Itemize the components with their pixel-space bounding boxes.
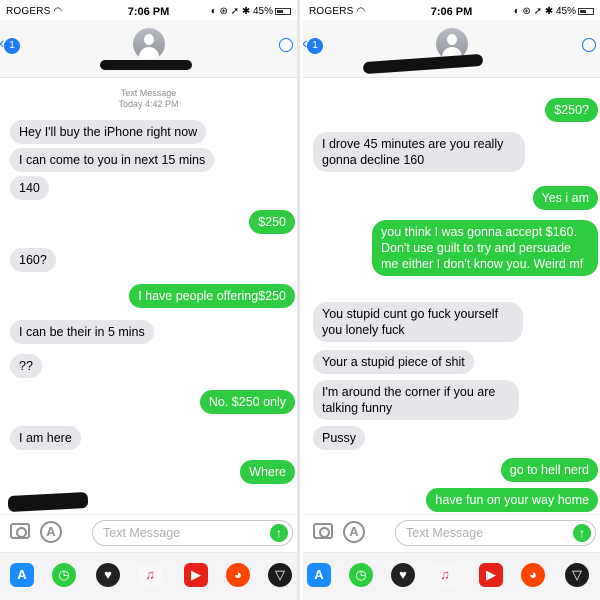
destiny-icon[interactable]: ▽ [565,563,589,587]
battery-icon [275,7,291,15]
info-icon[interactable] [279,38,293,52]
message-bubble-outgoing[interactable]: No. $250 only [199,390,295,414]
right-screenshot: ROGERS ◠ 7:06 PM ◐ ⊛ ➚ ✱ 45% ‹ 1 $250? I… [303,0,600,600]
app-store-icon[interactable]: A [343,521,365,543]
message-bubble-incoming[interactable]: I drove 45 minutes are you really gonna … [313,132,525,172]
message-bubble-outgoing[interactable]: you think I was gonna accept $160. Don't… [372,220,598,276]
camera-icon[interactable] [313,523,333,539]
youtube-icon[interactable]: ▶ [184,563,208,587]
thread-timestamp: Text Message Today 4:42 PM [118,88,179,109]
app-store-icon[interactable]: A [307,563,331,587]
status-bar: ROGERS ◠ 7:06 PM ◐ ⊛ ➚ ✱ 45% [303,0,600,20]
message-bubble-outgoing[interactable]: $250 [249,210,295,234]
destiny-icon[interactable]: ▽ [268,563,292,587]
message-thread[interactable]: $250? I drove 45 minutes are you really … [303,80,600,512]
send-button[interactable]: ↑ [573,524,591,542]
left-screenshot: ROGERS ◠ 7:06 PM ◐ ⊛ ➚ ✱ 45% ‹ 1 Text Me… [0,0,300,600]
reddit-icon[interactable]: ◕ [521,563,545,587]
message-bubble-incoming[interactable]: ?? [10,354,42,378]
app-store-icon[interactable]: A [40,521,62,543]
message-bubble-outgoing[interactable]: Where [240,460,295,484]
redacted-contact-name [100,60,192,70]
message-bubble-outgoing[interactable]: go to hell nerd [500,458,598,482]
camera-icon[interactable] [10,523,30,539]
back-button-badge[interactable]: 1 [307,38,323,54]
status-icons: ◐ ⊛ ➚ ✱ 45% [211,6,291,17]
conversation-header: ‹ 1 [303,20,600,78]
message-bubble-outgoing[interactable]: I have people offering$250 [129,284,295,308]
clock-icon[interactable]: ◷ [52,563,76,587]
compose-bar: A Text Message ↑ [303,514,600,550]
app-store-icon[interactable]: A [10,563,34,587]
message-bubble-incoming[interactable]: I can come to you in next 15 mins [10,148,215,172]
compose-bar: A Text Message ↑ [0,514,297,550]
message-bubble-incoming[interactable]: Pussy [313,426,366,450]
imessage-app-drawer: A ◷ ♥ ♫ ▶ ◕ ▽ [303,552,600,600]
send-button[interactable]: ↑ [270,524,288,542]
message-bubble-outgoing[interactable]: $250? [545,98,598,122]
redacted-message [7,491,89,513]
status-bar: ROGERS ◠ 7:06 PM ◐ ⊛ ➚ ✱ 45% [0,0,297,20]
message-input[interactable]: Text Message ↑ [92,520,293,546]
message-bubble-outgoing[interactable]: have fun on your way home [426,488,598,512]
message-input[interactable]: Text Message ↑ [395,520,596,546]
message-bubble-outgoing[interactable]: Yes i am [532,186,598,210]
message-bubble-incoming[interactable]: 140 [10,176,49,200]
redacted-contact-name [362,53,484,75]
message-bubble-incoming[interactable]: Hey I'll buy the iPhone right now [10,120,207,144]
reddit-icon[interactable]: ◕ [226,563,250,587]
message-bubble-incoming[interactable]: 160? [10,248,56,272]
battery-icon [578,7,594,15]
imessage-app-drawer: A ◷ ♥ ♫ ▶ ◕ ▽ [0,552,297,600]
contact-avatar[interactable] [132,28,165,60]
message-bubble-incoming[interactable]: You stupid cunt go fuck yourself you lon… [313,302,523,342]
info-icon[interactable] [582,38,596,52]
youtube-icon[interactable]: ▶ [479,563,503,587]
heart-icon[interactable]: ♥ [391,563,415,587]
conversation-header: ‹ 1 [0,20,297,78]
message-bubble-incoming[interactable]: I can be their in 5 mins [10,320,154,344]
music-icon[interactable]: ♫ [138,563,162,587]
clock-icon[interactable]: ◷ [349,563,373,587]
message-bubble-incoming[interactable]: I'm around the corner if you are talking… [313,380,519,420]
message-bubble-incoming[interactable]: I am here [10,426,81,450]
message-thread[interactable]: Text Message Today 4:42 PM Hey I'll buy … [0,80,297,513]
status-icons: ◐ ⊛ ➚ ✱ 45% [514,6,594,17]
message-bubble-incoming[interactable]: Your a stupid piece of shit [313,350,474,374]
back-button-badge[interactable]: 1 [4,38,20,54]
music-icon[interactable]: ♫ [433,563,457,587]
heart-icon[interactable]: ♥ [96,563,120,587]
